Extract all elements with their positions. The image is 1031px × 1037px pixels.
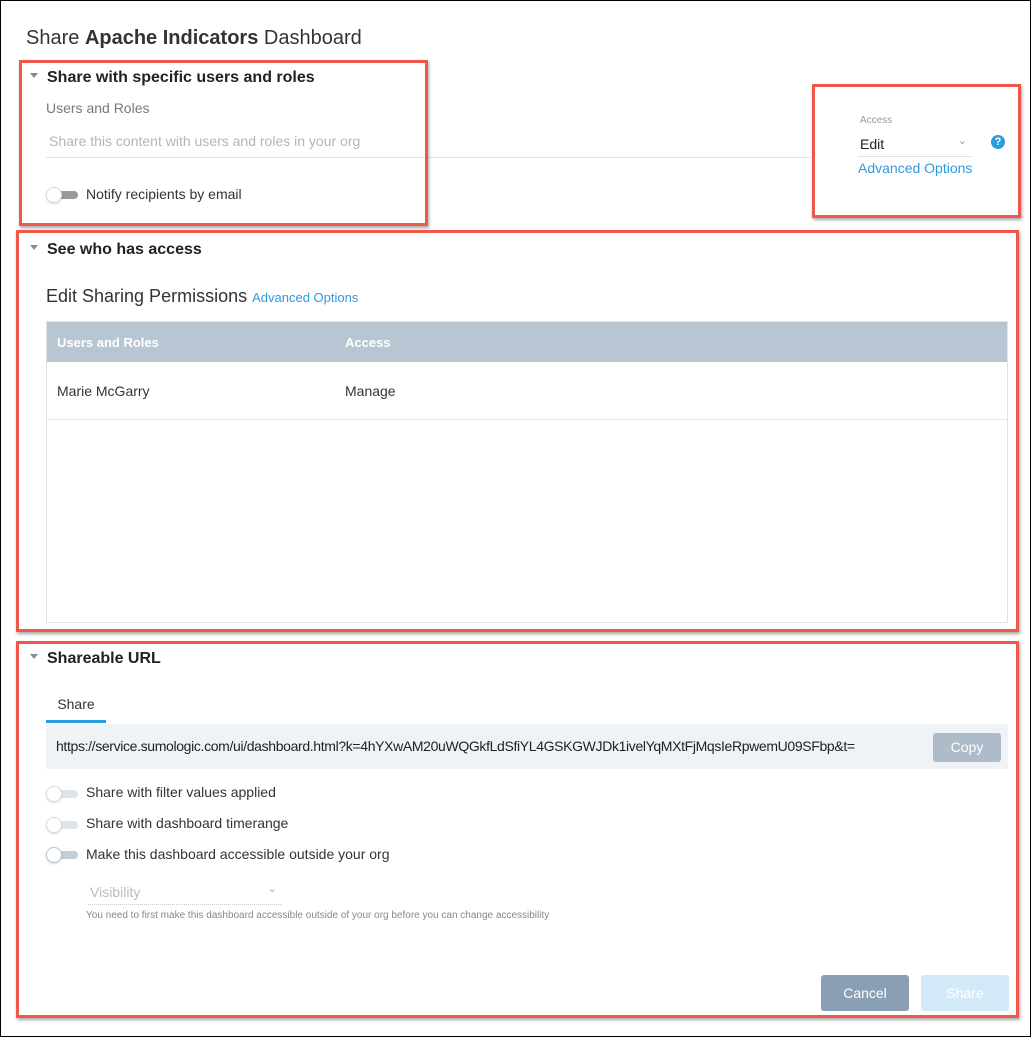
accessible-outside-toggle[interactable] [46,847,78,863]
access-advanced-options-link[interactable]: Advanced Options [858,160,972,176]
section-share-users-toggle[interactable]: Share with specific users and roles [30,69,315,87]
filter-values-label: Share with filter values applied [86,784,276,800]
chevron-down-icon: ⌄ [957,135,967,147]
access-select[interactable]: Edit ⌄ [858,132,973,157]
table-row[interactable]: Marie McGarry Manage [47,362,1007,420]
column-header-users: Users and Roles [57,335,159,350]
filter-values-toggle[interactable] [46,786,78,802]
users-roles-input[interactable]: Share this content with users and roles … [46,126,810,158]
caret-down-icon [30,245,38,251]
row-user: Marie McGarry [57,383,150,399]
visibility-hint: You need to first make this dashboard ac… [86,910,550,921]
access-label: Access [860,115,893,126]
timerange-label: Share with dashboard timerange [86,815,289,831]
copy-button[interactable]: Copy [933,733,1001,762]
visibility-placeholder: Visibility [90,884,141,900]
notify-toggle[interactable] [46,187,78,203]
accessible-outside-label: Make this dashboard accessible outside y… [86,846,390,862]
permissions-table: Users and Roles Access Marie McGarry Man… [46,321,1008,623]
dialog-title: Share Apache Indicators Dashboard [26,27,362,49]
share-button[interactable]: Share [921,975,1009,1011]
permissions-advanced-options-link[interactable]: Advanced Options [252,290,358,305]
url-bar: https://service.sumologic.com/ui/dashboa… [46,724,1008,769]
users-roles-label: Users and Roles [46,100,150,116]
notify-label: Notify recipients by email [86,186,242,202]
table-header: Users and Roles Access [47,322,1007,362]
section-who-has-access-toggle[interactable]: See who has access [30,241,202,259]
users-roles-placeholder: Share this content with users and roles … [49,133,361,149]
timerange-toggle[interactable] [46,817,78,833]
column-header-access: Access [345,335,391,350]
edit-permissions-heading: Edit Sharing Permissions Advanced Option… [46,286,359,306]
section-shareable-url-toggle[interactable]: Shareable URL [30,650,161,668]
access-value: Edit [860,136,885,152]
tab-share[interactable]: Share [46,690,106,723]
help-icon[interactable]: ? [991,135,1005,149]
caret-down-icon [30,654,38,660]
row-access: Manage [345,383,396,399]
chevron-down-icon: ⌄ [267,883,277,895]
visibility-select: Visibility ⌄ [88,880,281,905]
cancel-button[interactable]: Cancel [821,975,909,1011]
caret-down-icon [30,73,38,79]
shareable-url-text[interactable]: https://service.sumologic.com/ui/dashboa… [56,738,855,754]
